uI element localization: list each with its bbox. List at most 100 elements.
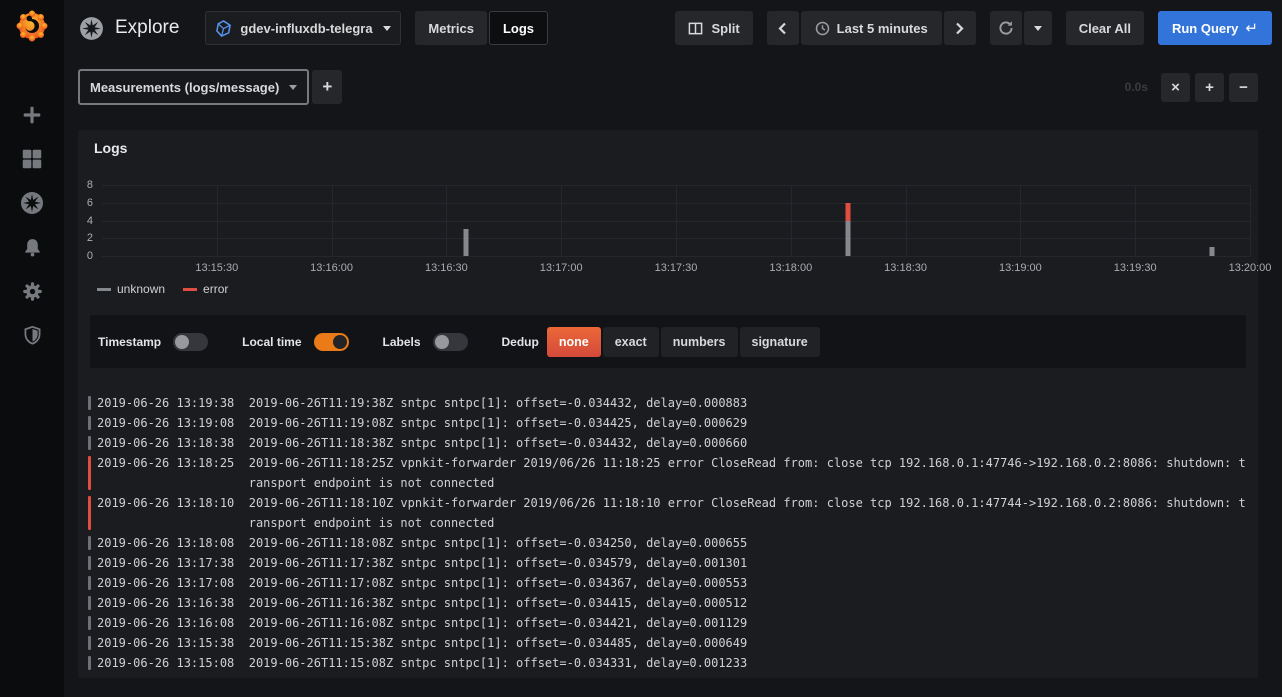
chevron-down-icon <box>289 85 297 90</box>
add-icon[interactable] <box>18 102 46 128</box>
x-tick-label: 13:15:30 <box>195 262 238 274</box>
legend-color-unknown <box>97 288 111 291</box>
log-rows: 2019-06-26 13:19:382019-06-26T11:19:38Z … <box>88 393 1247 674</box>
labels-toggle[interactable] <box>433 333 468 351</box>
log-row[interactable]: 2019-06-26 13:17:082019-06-26T11:17:08Z … <box>88 573 1247 593</box>
dedup-numbers-button[interactable]: numbers <box>661 327 738 357</box>
log-message: 2019-06-26T11:15:08Z sntpc sntpc[1]: off… <box>249 653 1247 673</box>
refresh-icon <box>998 20 1014 36</box>
log-timestamp: 2019-06-26 13:15:38 <box>97 633 234 653</box>
sidebar <box>0 0 64 697</box>
log-level-indicator <box>88 576 91 590</box>
log-message: 2019-06-26T11:16:08Z sntpc sntpc[1]: off… <box>249 613 1247 633</box>
x-gridline <box>676 185 677 256</box>
time-forward-button[interactable] <box>944 11 976 45</box>
dedup-exact-button[interactable]: exact <box>603 327 659 357</box>
time-back-button[interactable] <box>767 11 799 45</box>
log-timestamp: 2019-06-26 13:15:08 <box>97 653 234 673</box>
y-tick-label: 8 <box>87 179 93 191</box>
explore-toolbar: Explore gdev-influxdb-telegra Metrics Lo… <box>64 0 1282 56</box>
log-row[interactable]: 2019-06-26 13:18:252019-06-26T11:18:25Z … <box>88 453 1247 493</box>
x-tick-label: 13:16:00 <box>310 262 353 274</box>
log-row[interactable]: 2019-06-26 13:15:382019-06-26T11:15:38Z … <box>88 633 1247 653</box>
measurement-select[interactable]: Measurements (logs/message) <box>78 69 309 105</box>
log-level-indicator <box>88 616 91 630</box>
log-level-indicator <box>88 396 91 410</box>
log-level-indicator <box>88 556 91 570</box>
grafana-logo[interactable] <box>0 0 64 52</box>
histogram-bar[interactable] <box>846 203 851 256</box>
legend-color-error <box>183 288 197 291</box>
log-row[interactable]: 2019-06-26 13:15:08 2019-06-26T11:15:08Z … <box>88 653 1247 673</box>
logs-chart-plot[interactable] <box>102 185 1250 256</box>
refresh-interval-dropdown[interactable] <box>1024 11 1052 45</box>
time-range-label: Last 5 minutes <box>837 21 928 36</box>
add-row-button[interactable]: + <box>1195 73 1224 102</box>
x-gridline <box>906 185 907 256</box>
log-message: 2019-06-26T11:18:08Z sntpc sntpc[1]: off… <box>249 533 1247 553</box>
log-level-indicator <box>88 656 91 670</box>
explore-compass-icon[interactable] <box>18 190 46 216</box>
dedup-label: Dedup <box>502 335 539 349</box>
log-row[interactable]: 2019-06-26 13:18:382019-06-26T11:18:38Z … <box>88 433 1247 453</box>
time-range-picker[interactable]: Last 5 minutes <box>801 11 942 45</box>
x-tick-label: 13:20:00 <box>1229 262 1272 274</box>
log-timestamp: 2019-06-26 13:18:10 <box>97 493 234 533</box>
bar-segment-unknown <box>463 229 468 256</box>
log-timestamp: 2019-06-26 13:18:08 <box>97 533 234 553</box>
x-gridline <box>332 185 333 256</box>
bar-segment-error <box>846 203 851 221</box>
log-row[interactable]: 2019-06-26 13:17:382019-06-26T11:17:38Z … <box>88 553 1247 573</box>
log-row[interactable]: 2019-06-26 13:18:08 2019-06-26T11:18:08Z … <box>88 533 1247 553</box>
collapse-row-button[interactable]: − <box>1229 73 1258 102</box>
log-timestamp: 2019-06-26 13:19:08 <box>97 413 234 433</box>
dedup-switcher: none exact numbers signature <box>547 327 820 357</box>
bar-segment-unknown <box>1209 247 1214 256</box>
log-row[interactable]: 2019-06-26 13:16:382019-06-26T11:16:38Z … <box>88 593 1247 613</box>
timestamp-label: Timestamp <box>98 335 161 349</box>
split-button[interactable]: Split <box>675 11 752 45</box>
x-tick-label: 13:18:00 <box>769 262 812 274</box>
query-editor-row: Measurements (logs/message) + 0.0s × + − <box>64 68 1282 106</box>
legend-item-unknown[interactable]: unknown <box>97 282 165 296</box>
log-message: 2019-06-26T11:19:38Z sntpc sntpc[1]: off… <box>249 393 1247 413</box>
tab-metrics[interactable]: Metrics <box>415 11 487 45</box>
histogram-bar[interactable] <box>1209 247 1214 256</box>
datasource-picker[interactable]: gdev-influxdb-telegra <box>205 11 401 45</box>
configuration-gear-icon[interactable] <box>18 278 46 304</box>
log-row[interactable]: 2019-06-26 13:19:082019-06-26T11:19:08Z … <box>88 413 1247 433</box>
toggle-knob <box>333 335 347 349</box>
log-row[interactable]: 2019-06-26 13:19:382019-06-26T11:19:38Z … <box>88 393 1247 413</box>
x-gridline <box>217 185 218 256</box>
x-gridline <box>1135 185 1136 256</box>
timestamp-toggle[interactable] <box>173 333 208 351</box>
legend-item-error[interactable]: error <box>183 282 228 296</box>
refresh-button[interactable] <box>990 11 1022 45</box>
x-tick-label: 13:17:00 <box>540 262 583 274</box>
tab-logs[interactable]: Logs <box>489 11 548 45</box>
logs-panel: Logs 86420 13:15:3013:16:0013:16:3013:17… <box>78 130 1258 678</box>
server-admin-shield-icon[interactable] <box>18 322 46 348</box>
x-gridline <box>791 185 792 256</box>
histogram-bar[interactable] <box>463 229 468 256</box>
split-label: Split <box>711 21 739 36</box>
mode-switcher: Metrics Logs <box>415 11 548 45</box>
remove-query-button[interactable]: × <box>1161 73 1190 102</box>
log-row[interactable]: 2019-06-26 13:16:082019-06-26T11:16:08Z … <box>88 613 1247 633</box>
local-time-label: Local time <box>242 335 301 349</box>
local-time-toggle[interactable] <box>314 333 349 351</box>
log-options-bar: Timestamp Local time Labels Dedup none e… <box>90 315 1246 368</box>
clear-all-button[interactable]: Clear All <box>1066 11 1144 45</box>
dedup-signature-button[interactable]: signature <box>740 327 820 357</box>
clock-icon <box>815 21 830 36</box>
dashboards-icon[interactable] <box>18 146 46 172</box>
log-timestamp: 2019-06-26 13:17:38 <box>97 553 234 573</box>
alerting-bell-icon[interactable] <box>18 234 46 260</box>
log-row[interactable]: 2019-06-26 13:18:102019-06-26T11:18:10Z … <box>88 493 1247 533</box>
x-tick-label: 13:19:30 <box>1114 262 1157 274</box>
add-query-button[interactable]: + <box>312 70 342 104</box>
log-timestamp: 2019-06-26 13:18:25 <box>97 453 234 493</box>
labels-label: Labels <box>383 335 421 349</box>
dedup-none-button[interactable]: none <box>547 327 601 357</box>
run-query-button[interactable]: Run Query ↵ <box>1158 11 1272 45</box>
